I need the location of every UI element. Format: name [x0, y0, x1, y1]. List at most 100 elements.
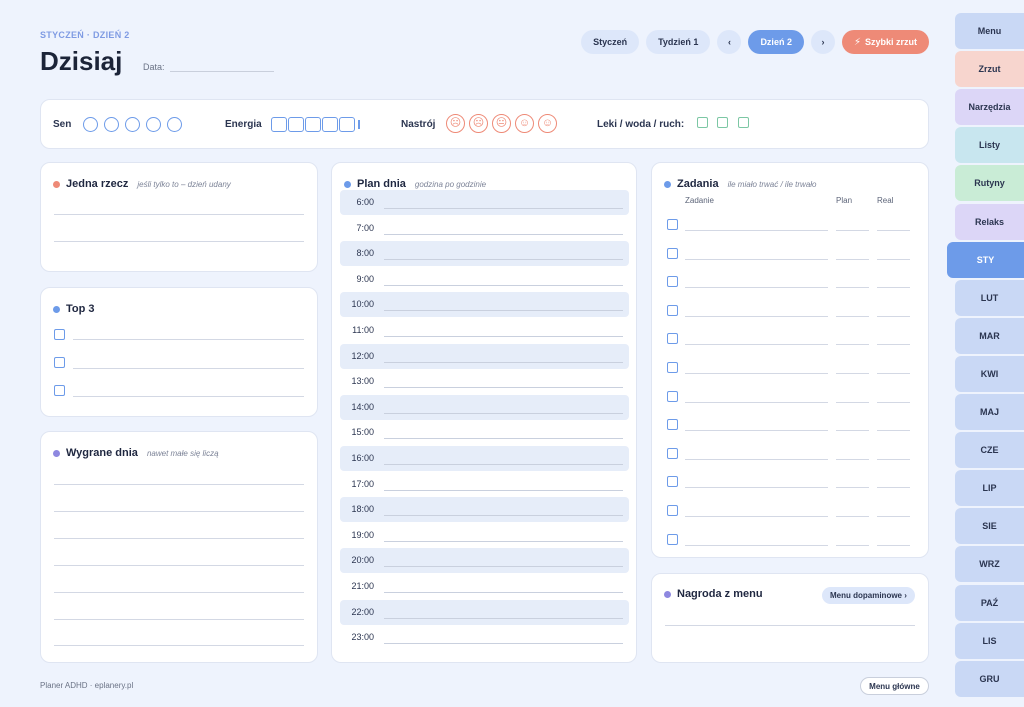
sleep-circle-4[interactable]: [146, 117, 161, 132]
task-checkbox[interactable]: [667, 533, 678, 545]
hour-line[interactable]: [384, 387, 623, 389]
hour-row[interactable]: 16:00: [340, 446, 629, 471]
top3-line-1[interactable]: [73, 339, 304, 340]
task-line[interactable]: [685, 401, 828, 403]
hour-row[interactable]: 23:00: [340, 625, 629, 650]
water-checkbox[interactable]: [717, 117, 728, 128]
sidetab-cze[interactable]: CZE: [955, 432, 1024, 469]
sidetab-paź[interactable]: PAŹ: [955, 584, 1024, 621]
sidetab-menu[interactable]: Menu: [955, 13, 1024, 49]
task-line[interactable]: [685, 315, 828, 317]
task-checkbox[interactable]: [667, 390, 678, 402]
hour-line[interactable]: [384, 233, 623, 235]
wins-line[interactable]: [54, 619, 304, 620]
task-plan-line[interactable]: [836, 373, 869, 374]
wins-line[interactable]: [54, 538, 304, 539]
task-line[interactable]: [685, 373, 828, 374]
hour-row[interactable]: 6:00: [340, 190, 629, 215]
hour-line[interactable]: [384, 310, 623, 312]
week-button[interactable]: Tydzień 1: [646, 30, 711, 54]
sidetab-rutyny[interactable]: Rutyny: [955, 165, 1024, 202]
task-checkbox[interactable]: [667, 304, 678, 316]
task-line[interactable]: [685, 287, 828, 289]
hour-row[interactable]: 8:00: [340, 241, 629, 267]
sleep-circle-1[interactable]: [83, 117, 98, 132]
task-plan-line[interactable]: [836, 544, 869, 546]
task-real-line[interactable]: [877, 373, 910, 374]
hour-line[interactable]: [384, 489, 623, 491]
wins-line[interactable]: [54, 645, 304, 646]
task-plan-line[interactable]: [836, 430, 869, 432]
sidetab-gru[interactable]: GRU: [955, 660, 1024, 697]
hour-row[interactable]: 9:00: [340, 267, 629, 292]
task-real-line[interactable]: [877, 516, 910, 517]
sidetab-relaks[interactable]: Relaks: [955, 203, 1024, 240]
sidetab-sty[interactable]: STY: [947, 241, 1024, 278]
task-real-line[interactable]: [877, 344, 910, 346]
wins-line[interactable]: [54, 592, 304, 593]
task-real-line[interactable]: [877, 230, 910, 231]
task-checkbox[interactable]: [667, 419, 678, 431]
wins-line[interactable]: [54, 565, 304, 566]
sidetab-sie[interactable]: SIE: [955, 508, 1024, 545]
task-plan-line[interactable]: [836, 315, 869, 317]
hour-row[interactable]: 15:00: [340, 420, 629, 445]
hour-line[interactable]: [384, 617, 623, 619]
task-plan-line[interactable]: [836, 401, 869, 403]
movement-checkbox[interactable]: [738, 117, 749, 128]
task-real-line[interactable]: [877, 258, 910, 260]
hour-line[interactable]: [384, 592, 623, 593]
mood-very-happy-icon[interactable]: ☺: [538, 114, 557, 133]
task-line[interactable]: [685, 458, 828, 460]
main-menu-button[interactable]: Menu główne: [860, 677, 929, 695]
sleep-circle-3[interactable]: [125, 117, 140, 132]
hour-line[interactable]: [384, 643, 623, 645]
hour-row[interactable]: 21:00: [340, 574, 629, 599]
hour-row[interactable]: 11:00: [340, 318, 629, 343]
energy-cell-3[interactable]: [305, 117, 321, 132]
hour-line[interactable]: [384, 259, 623, 261]
mood-neutral-icon[interactable]: 😐: [492, 114, 511, 133]
quick-dump-button[interactable]: ⚡ Szybki zrzut: [841, 30, 929, 54]
task-plan-line[interactable]: [836, 258, 869, 260]
next-day-button[interactable]: ›: [810, 30, 835, 54]
sleep-circle-5[interactable]: [167, 117, 182, 132]
prev-day-button[interactable]: ‹: [717, 30, 742, 54]
sidetab-kwi[interactable]: KWI: [955, 355, 1024, 392]
hour-row[interactable]: 14:00: [340, 394, 629, 420]
hour-row[interactable]: 19:00: [340, 523, 629, 548]
sidetab-lis[interactable]: LIS: [955, 622, 1024, 659]
energy-cell-1[interactable]: [271, 117, 287, 132]
current-day-button[interactable]: Dzień 2: [748, 30, 804, 54]
task-checkbox[interactable]: [667, 276, 678, 288]
task-checkbox[interactable]: [667, 476, 678, 488]
sidetab-maj[interactable]: MAJ: [955, 394, 1024, 430]
task-line[interactable]: [685, 487, 828, 489]
task-checkbox[interactable]: [667, 447, 678, 459]
dopamine-menu-button[interactable]: Menu dopaminowe ›: [822, 587, 915, 604]
mood-happy-icon[interactable]: ☺: [515, 114, 534, 133]
task-line[interactable]: [685, 230, 828, 231]
sidetab-lut[interactable]: LUT: [955, 279, 1024, 316]
energy-cell-2[interactable]: [288, 117, 304, 132]
top3-line-2[interactable]: [73, 368, 304, 369]
hour-line[interactable]: [384, 566, 623, 568]
task-checkbox[interactable]: [667, 505, 678, 516]
hour-row[interactable]: 13:00: [340, 369, 629, 394]
date-field[interactable]: [170, 71, 274, 72]
hour-row[interactable]: 18:00: [340, 497, 629, 523]
task-real-line[interactable]: [877, 401, 910, 403]
meds-checkbox[interactable]: [697, 117, 708, 128]
hour-row[interactable]: 10:00: [340, 292, 629, 318]
one-thing-line[interactable]: [54, 241, 304, 242]
task-plan-line[interactable]: [836, 344, 869, 346]
task-plan-line[interactable]: [836, 487, 869, 489]
wins-line[interactable]: [54, 511, 304, 512]
top3-checkbox-1[interactable]: [54, 329, 65, 340]
task-plan-line[interactable]: [836, 230, 869, 231]
one-thing-line[interactable]: [54, 214, 304, 215]
task-real-line[interactable]: [877, 430, 910, 432]
sidetab-narzędzia[interactable]: Narzędzia: [955, 89, 1024, 126]
hour-row[interactable]: 7:00: [340, 216, 629, 241]
hour-line[interactable]: [384, 464, 623, 465]
